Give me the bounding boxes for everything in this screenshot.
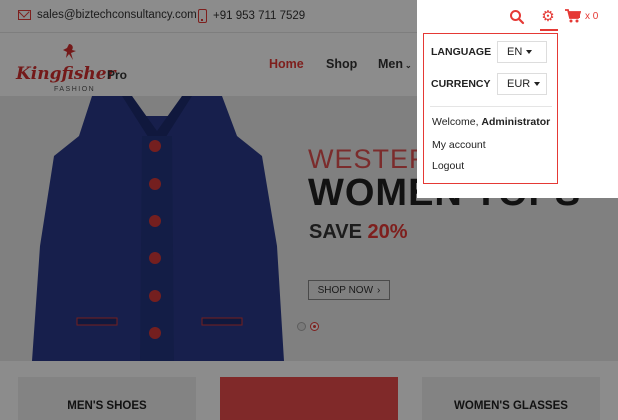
gear-icon[interactable]: ⚙ — [540, 9, 556, 25]
language-select[interactable]: EN — [497, 41, 547, 63]
cart-button[interactable]: x 0 — [565, 9, 598, 23]
search-icon[interactable] — [509, 9, 525, 25]
caret-down-icon — [526, 50, 533, 54]
welcome-text: Welcome, Administrator — [432, 116, 550, 128]
currency-value: EUR — [507, 78, 531, 90]
welcome-prefix: Welcome, — [432, 116, 479, 128]
welcome-user: Administrator — [481, 116, 551, 128]
my-account-link[interactable]: My account — [432, 139, 486, 151]
dropdown-divider — [430, 106, 552, 107]
currency-select[interactable]: EUR — [497, 73, 547, 95]
logout-link[interactable]: Logout — [432, 160, 464, 172]
currency-label: CURRENCY — [431, 78, 491, 90]
caret-down-icon — [534, 82, 541, 86]
language-label: LANGUAGE — [431, 46, 492, 58]
cart-icon — [565, 9, 581, 23]
language-value: EN — [507, 46, 523, 58]
active-indicator — [540, 29, 558, 31]
cart-count: x 0 — [585, 10, 599, 22]
settings-dropdown: LANGUAGE EN CURRENCY EUR Welcome, Admini… — [423, 33, 558, 184]
header-actions-panel: ⚙ x 0 LANGUAGE EN CURRENCY EUR Welcome, … — [417, 0, 618, 198]
